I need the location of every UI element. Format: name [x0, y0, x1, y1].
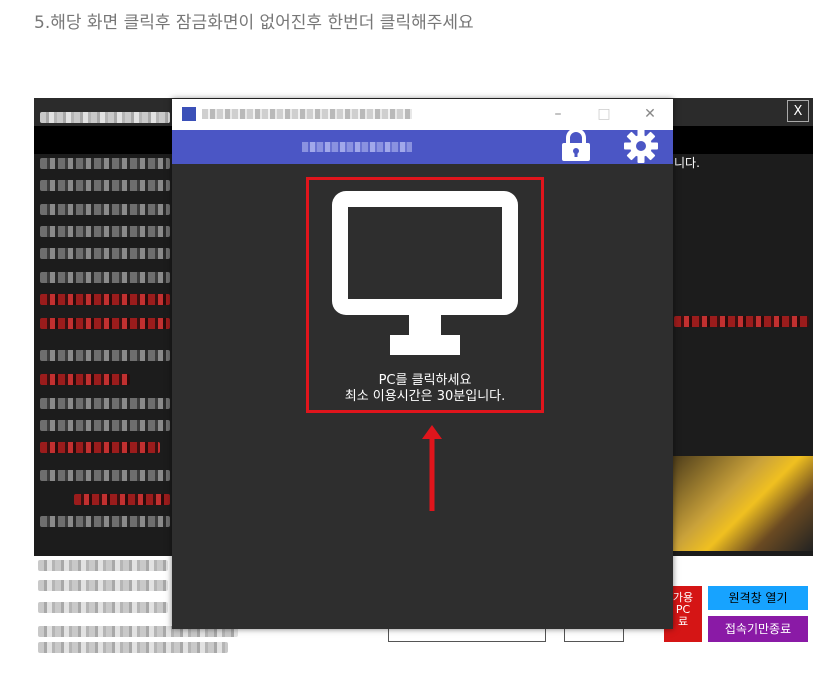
blurred-row [38, 560, 168, 571]
gear-icon[interactable] [621, 129, 661, 165]
blurred-row [674, 316, 809, 327]
blurred-row [40, 248, 170, 259]
background-thumbnail [670, 456, 813, 551]
blurred-row [40, 272, 170, 283]
blurred-row [38, 642, 228, 653]
blurred-row [38, 602, 168, 613]
blurred-row [40, 374, 130, 385]
header-text-blurred [302, 142, 412, 152]
blurred-row [40, 318, 170, 329]
minimize-button[interactable]: – [544, 103, 572, 125]
window-title-blurred [202, 109, 412, 119]
window-header [172, 128, 673, 165]
blurred-row [40, 350, 170, 361]
app-icon [182, 107, 196, 121]
lock-icon[interactable] [558, 128, 594, 162]
blurred-row [40, 294, 170, 305]
window-title-bar: – □ ✕ [172, 99, 673, 130]
red-arrow-icon [422, 425, 442, 511]
blurred-row [38, 580, 168, 591]
blurred-row [40, 398, 170, 409]
blurred-row [40, 516, 170, 527]
blurred-row [74, 494, 170, 505]
blurred-row [40, 420, 170, 431]
remote-window-open-button[interactable]: 원격창 열기 [708, 586, 808, 610]
blurred-row [40, 226, 170, 237]
background-notice-text: 니다. [674, 156, 700, 170]
blurred-row [40, 442, 160, 453]
blurred-row [40, 180, 170, 191]
lock-screen-window: – □ ✕ PC를 클릭하세요 최소 이용시간은 30분입니다. [172, 99, 673, 629]
monitor-icon[interactable] [330, 189, 520, 357]
click-instruction-message: PC를 클릭하세요 최소 이용시간은 30분입니다. [306, 373, 544, 405]
close-button[interactable]: ✕ [636, 103, 664, 125]
blurred-row [40, 158, 170, 169]
end-connection-button[interactable]: 접속기만종료 [708, 616, 808, 642]
maximize-button[interactable]: □ [590, 103, 618, 125]
blurred-row [40, 112, 170, 123]
background-close-button[interactable]: X [787, 100, 809, 122]
red-button-label: 가용 PC 료 [672, 591, 694, 628]
blurred-row [40, 204, 170, 215]
message-line-1: PC를 클릭하세요 [378, 373, 472, 388]
blurred-row [40, 470, 170, 481]
instruction-caption: 5.해당 화면 클릭후 잠금화면이 없어진후 한번더 클릭해주세요 [34, 13, 474, 33]
message-line-2: 최소 이용시간은 30분입니다. [344, 389, 506, 404]
